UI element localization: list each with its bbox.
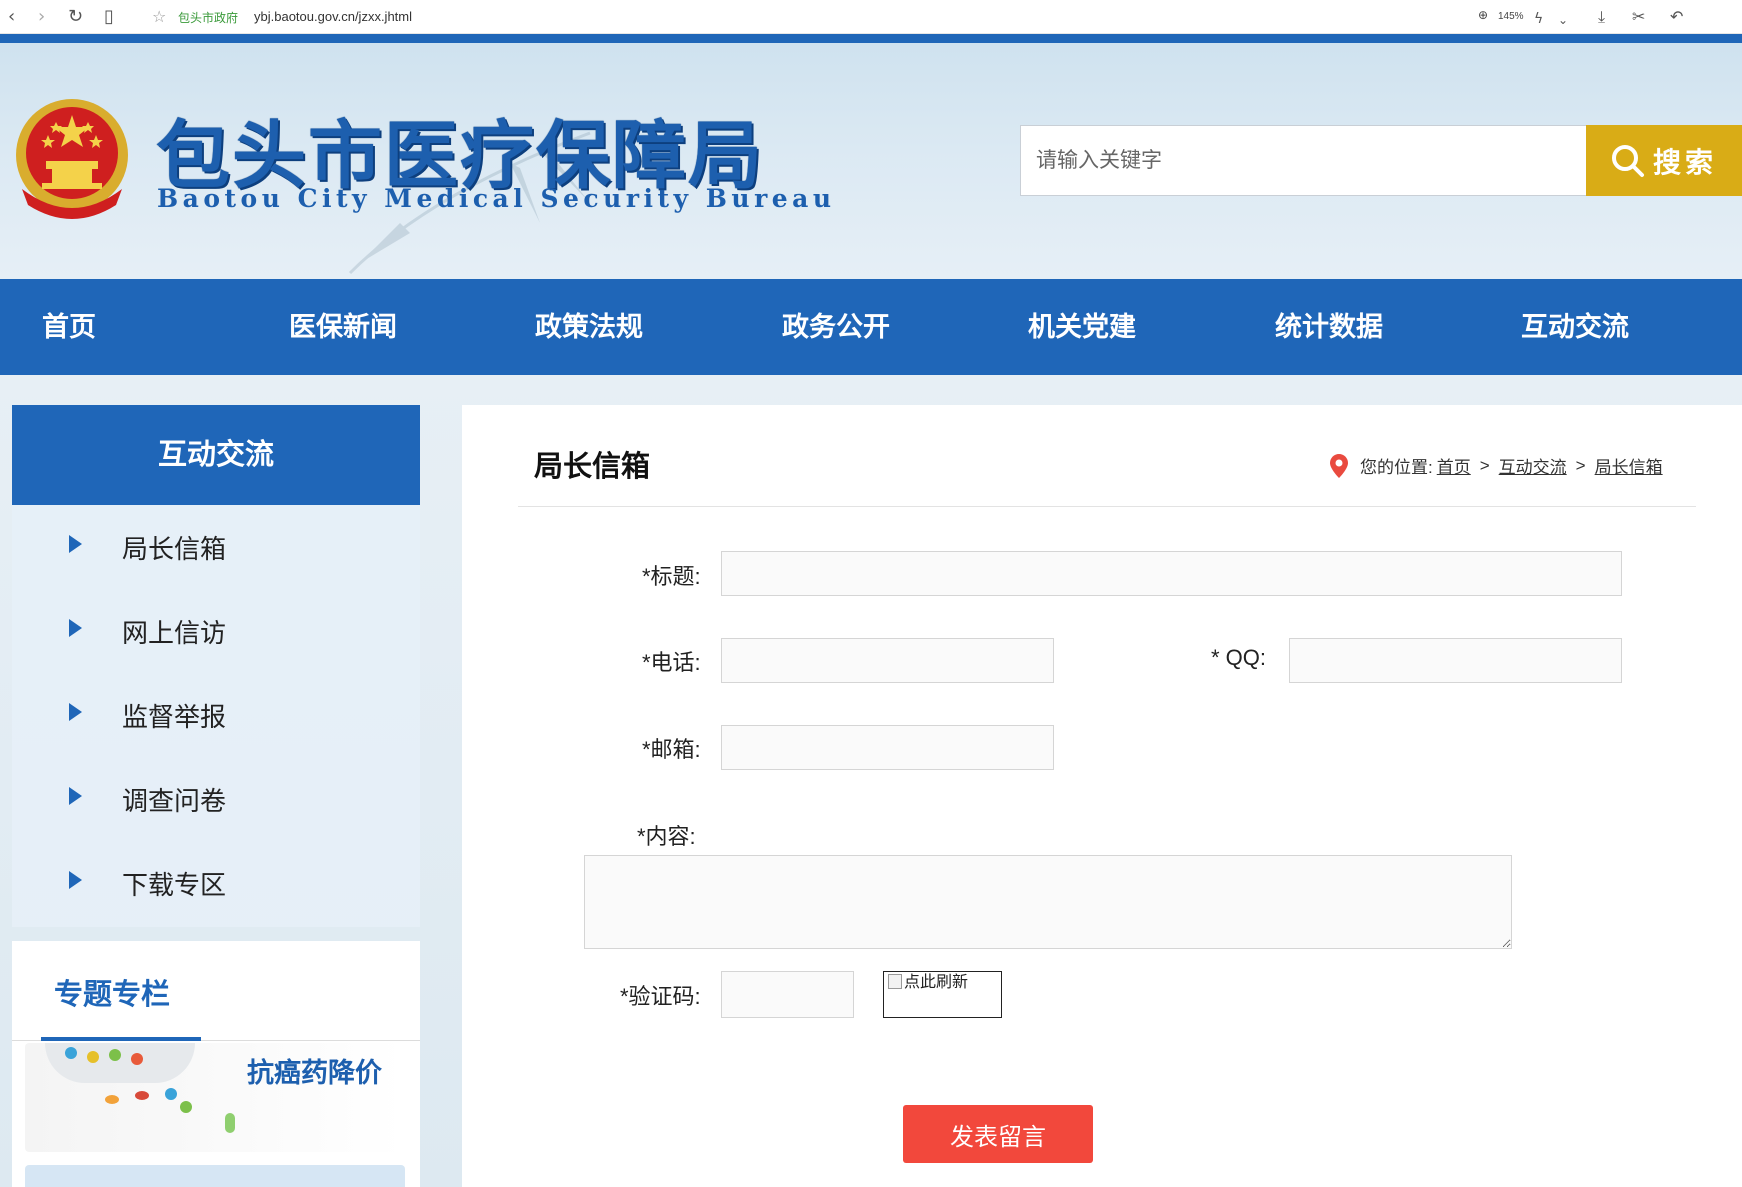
breadcrumb: 您的位置: 首页 > 互动交流 > 局长信箱: [1330, 453, 1663, 478]
sidebar-item-label: 下载专区: [122, 870, 227, 900]
topic-heading-underline: [41, 1037, 201, 1041]
nav-item-news[interactable]: 医保新闻: [289, 279, 397, 375]
chevron-down-icon[interactable]: ⌄: [1558, 9, 1568, 31]
pill-image: [87, 1051, 99, 1063]
email-input[interactable]: [721, 725, 1054, 770]
qq-input[interactable]: [1289, 638, 1622, 683]
site-subtitle: Baotou City Medical Security Bureau: [157, 184, 836, 213]
sidebar-item-label: 监督举报: [122, 702, 227, 732]
pill-image: [109, 1049, 121, 1061]
sidebar-item-survey[interactable]: 调查问卷: [12, 757, 420, 841]
zoom-icon[interactable]: ⊕: [1478, 8, 1488, 22]
content-textarea[interactable]: [584, 855, 1512, 949]
sidebar-heading: 互动交流: [12, 405, 420, 505]
sidebar-item-director-mailbox[interactable]: 局长信箱: [12, 505, 420, 589]
main-panel: 局长信箱 您的位置: 首页 > 互动交流 > 局长信箱 *标题: *电话: * …: [462, 405, 1742, 1187]
captcha-input[interactable]: [721, 971, 854, 1018]
sidebar-item-online-petition[interactable]: 网上信访: [12, 589, 420, 673]
search-box: [1020, 125, 1587, 196]
captcha-image[interactable]: 点此刷新: [883, 971, 1002, 1018]
site-header: 包头市医疗保障局 Baotou City Medical Security Bu…: [0, 43, 1742, 279]
breadcrumb-separator: >: [1479, 455, 1490, 475]
triangle-right-icon: [69, 787, 82, 805]
breadcrumb-link-home[interactable]: 首页: [1437, 453, 1471, 478]
reload-icon[interactable]: ↻: [68, 6, 83, 28]
phone-input[interactable]: [721, 638, 1054, 683]
triangle-right-icon: [69, 619, 82, 637]
sidebar-item-label: 局长信箱: [122, 534, 227, 564]
email-field-label: *邮箱:: [642, 737, 701, 762]
lightning-icon[interactable]: ϟ: [1534, 8, 1543, 30]
nav-item-home[interactable]: 首页: [42, 279, 96, 375]
title-input[interactable]: [721, 551, 1622, 596]
captcha-alt-text: 点此刷新: [904, 974, 969, 991]
reader-icon[interactable]: ▯: [104, 6, 114, 28]
sidebar-item-label: 网上信访: [122, 618, 227, 648]
pill-image: [180, 1101, 192, 1113]
search-icon: [1611, 144, 1644, 177]
nav-item-party[interactable]: 机关党建: [1028, 279, 1136, 375]
browser-site-name: 包头市政府: [178, 11, 239, 25]
bookmark-star-icon[interactable]: ☆: [152, 7, 166, 26]
address-bar[interactable]: ybj.baotou.gov.cn/jzxx.jhtml: [254, 9, 412, 24]
pill-image: [225, 1113, 235, 1133]
pill-image: [65, 1047, 77, 1059]
browser-toolbar: ‹ › ↻ ▯ ☆ 包头市政府 ybj.baotou.gov.cn/jzxx.j…: [0, 0, 1742, 34]
captcha-field-label: *验证码:: [620, 984, 701, 1009]
content-field-label: *内容:: [637, 824, 696, 849]
pill-image: [105, 1095, 119, 1104]
topic-card-2[interactable]: [25, 1165, 405, 1187]
title-field-label: *标题:: [642, 564, 701, 589]
triangle-right-icon: [69, 703, 82, 721]
topic-column-heading: 专题专栏: [54, 979, 171, 1011]
sidebar-item-label: 调查问卷: [122, 786, 227, 816]
pill-image: [165, 1088, 177, 1100]
title-divider: [518, 506, 1696, 507]
breadcrumb-separator: >: [1575, 455, 1586, 475]
nav-item-policy[interactable]: 政策法规: [535, 279, 643, 375]
nav-item-gov-affairs[interactable]: 政务公开: [782, 279, 890, 375]
breadcrumb-link-mailbox[interactable]: 局长信箱: [1595, 453, 1663, 478]
forward-icon[interactable]: ›: [38, 6, 45, 28]
topic-column: 专题专栏 抗癌药降价: [12, 941, 420, 1187]
search-button-label: 搜索: [1652, 146, 1717, 178]
pill-image: [135, 1091, 149, 1100]
topic-card-cancer-drug[interactable]: 抗癌药降价: [25, 1043, 405, 1152]
zoom-level: 145%: [1498, 11, 1524, 22]
scissors-icon[interactable]: ✂: [1632, 6, 1645, 28]
breadcrumb-link-interaction[interactable]: 互动交流: [1499, 453, 1567, 478]
triangle-right-icon: [69, 535, 82, 553]
qq-field-label: * QQ:: [1211, 645, 1267, 670]
back-icon[interactable]: ‹: [8, 6, 15, 28]
page-title: 局长信箱: [534, 451, 651, 483]
triangle-right-icon: [69, 871, 82, 889]
search-button[interactable]: 搜索: [1586, 125, 1742, 196]
main-nav: 首页 医保新闻 政策法规 政务公开 机关党建 统计数据 互动交流: [0, 279, 1742, 375]
nav-item-interaction[interactable]: 互动交流: [1521, 279, 1629, 375]
phone-field-label: *电话:: [642, 650, 701, 675]
top-accent-bar: [0, 34, 1742, 43]
topic-card-label: 抗癌药降价: [247, 1058, 382, 1088]
breadcrumb-prefix: 您的位置:: [1360, 458, 1433, 477]
national-emblem-logo: [16, 99, 128, 219]
submit-button[interactable]: 发表留言: [903, 1105, 1093, 1163]
sidebar-menu: 局长信箱 网上信访 监督举报 调查问卷 下载专区: [12, 505, 420, 927]
broken-image-icon: [888, 974, 902, 989]
pill-image: [131, 1053, 143, 1065]
sidebar-item-downloads[interactable]: 下载专区: [12, 841, 420, 925]
sidebar-item-supervision-report[interactable]: 监督举报: [12, 673, 420, 757]
nav-item-statistics[interactable]: 统计数据: [1275, 279, 1383, 375]
undo-icon[interactable]: ↶: [1670, 6, 1683, 28]
location-pin-icon: [1330, 453, 1348, 478]
download-icon[interactable]: ⤓: [1598, 6, 1605, 28]
search-input[interactable]: [1021, 126, 1586, 195]
